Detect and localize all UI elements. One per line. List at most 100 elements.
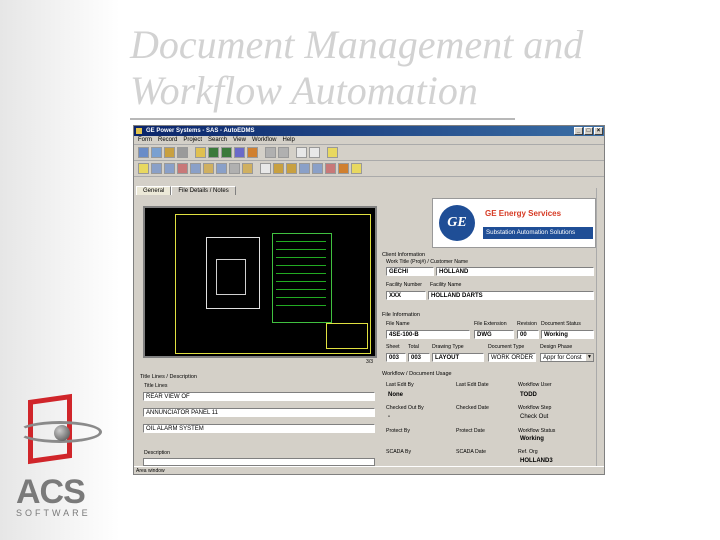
document-type-label: Document Type [488,344,525,350]
menu-help[interactable]: Help [283,136,295,144]
minimize-button[interactable]: _ [574,127,583,135]
last-edit-by-field: None [386,391,448,400]
slide-title: Document Management and Workflow Automat… [130,22,650,114]
facility-name-field[interactable]: HOLLAND DARTS [428,291,594,300]
list-icon[interactable] [164,163,175,174]
markup-icon[interactable] [203,163,214,174]
ref-org-label: Ref. Org [518,449,538,455]
document-status-field[interactable]: Working [541,330,594,339]
attach-icon[interactable] [229,163,240,174]
workflow-icon[interactable] [338,163,349,174]
export-icon[interactable] [273,163,284,174]
redline-icon[interactable] [190,163,201,174]
drawing-schedule-outline [272,233,332,323]
workflow-user-label: Workflow User [518,382,552,388]
new-record-icon[interactable] [138,147,149,158]
print-icon[interactable] [234,147,245,158]
design-phase-label: Design Phase [540,344,573,350]
close-button[interactable]: × [594,127,603,135]
check-in-icon[interactable] [265,147,276,158]
title-line-3-field[interactable]: OIL ALARM SYSTEM [143,424,375,433]
design-phase-value: Appr for Const [543,355,582,361]
folder-icon[interactable] [195,147,206,158]
tab-general[interactable]: General [136,186,172,195]
toolbar-row-2 [134,161,604,177]
save-record-icon[interactable] [164,147,175,158]
chevron-down-icon[interactable]: ▼ [586,354,593,361]
design-phase-dropdown[interactable]: Appr for Const ▼ [540,353,594,362]
view-icon[interactable] [296,147,307,158]
tab-file-details[interactable]: File Details / Notes [171,186,236,195]
copy-icon[interactable] [309,147,320,158]
title-line-1-field[interactable]: REAR VIEW OF [143,392,375,401]
workflow-user-field: TODD [518,391,594,400]
ge-title: GE Energy Services [485,209,562,218]
history-icon[interactable] [312,163,323,174]
last-edit-by-label: Last Edit By [386,382,414,388]
delete-icon[interactable] [177,163,188,174]
email-icon[interactable] [299,163,310,174]
notes-icon[interactable] [242,163,253,174]
revision-field[interactable]: 00 [517,330,539,339]
window-titlebar[interactable]: GE Power Systems - SAS - AutoEDMS _ □ × [134,126,604,136]
title-line-2-field[interactable]: ANNUNCIATOR PANEL 11 [143,408,375,417]
workflow-status-field: Working [518,435,594,444]
status-bar: Area window [134,466,604,474]
sheet-label: Sheet [386,344,400,350]
menu-project[interactable]: Project [183,136,202,144]
drawing-line [276,257,326,258]
facility-number-field[interactable]: XXX [386,291,426,300]
route-icon[interactable] [216,163,227,174]
work-title-field-2[interactable]: HOLLAND [436,267,594,276]
drawing-type-field[interactable]: LAYOUT [432,353,484,362]
form-icon[interactable] [151,163,162,174]
drawing-line [276,305,326,306]
scada-by-label: SCADA By [386,449,412,455]
title-underline [130,118,515,120]
drawing-line [276,289,326,290]
total-field[interactable]: 003 [408,353,430,362]
file-name-field[interactable]: 4SE-100-B [386,330,470,339]
work-title-field-1[interactable]: GECHI [386,267,434,276]
report-icon[interactable] [260,163,271,174]
import-icon[interactable] [286,163,297,174]
menu-view[interactable]: View [233,136,246,144]
maximize-button[interactable]: □ [584,127,593,135]
acs-software-logo: ACS SOFTWARE [16,393,106,530]
vertical-scrollbar[interactable] [596,188,604,466]
menu-search[interactable]: Search [208,136,227,144]
open-record-icon[interactable] [151,147,162,158]
check-out-icon[interactable] [278,147,289,158]
drawing-viewer[interactable] [143,206,377,358]
arrow-right-icon[interactable] [221,147,232,158]
titles-section-label: Title Lines / Description [140,374,197,380]
drawing-panel-inner [216,259,246,295]
menu-bar: Form Record Project Search View Workflow… [134,136,604,145]
workflow-step-field: Check Out [518,413,594,422]
arrow-left-icon[interactable] [208,147,219,158]
edit-icon[interactable] [247,147,258,158]
file-extension-field[interactable]: DWG [474,330,514,339]
menu-workflow[interactable]: Workflow [252,136,277,144]
info-icon[interactable] [351,163,362,174]
drawing-line [276,297,326,298]
light-icon[interactable] [138,163,149,174]
file-extension-label: File Extension [474,321,507,327]
drawing-type-label: Drawing Type [432,344,464,350]
filter-icon[interactable] [177,147,188,158]
menu-record[interactable]: Record [158,136,177,144]
last-edit-date-field [456,391,512,400]
help-icon[interactable] [327,147,338,158]
menu-form[interactable]: Form [138,136,152,144]
sheet-field[interactable]: 003 [386,353,406,362]
lock-icon[interactable] [325,163,336,174]
drawing-line [276,265,326,266]
workflow-step-label: Workflow Step [518,405,552,411]
title-lines-label: Title Lines [144,383,168,389]
checked-out-by-field: - [386,413,448,422]
description-field[interactable] [143,458,375,466]
client-section-label: Client Information [382,252,426,258]
document-type-field[interactable]: WORK ORDER [488,353,536,362]
ge-monogram-icon: GE [439,205,475,241]
drawing-line [276,241,326,242]
